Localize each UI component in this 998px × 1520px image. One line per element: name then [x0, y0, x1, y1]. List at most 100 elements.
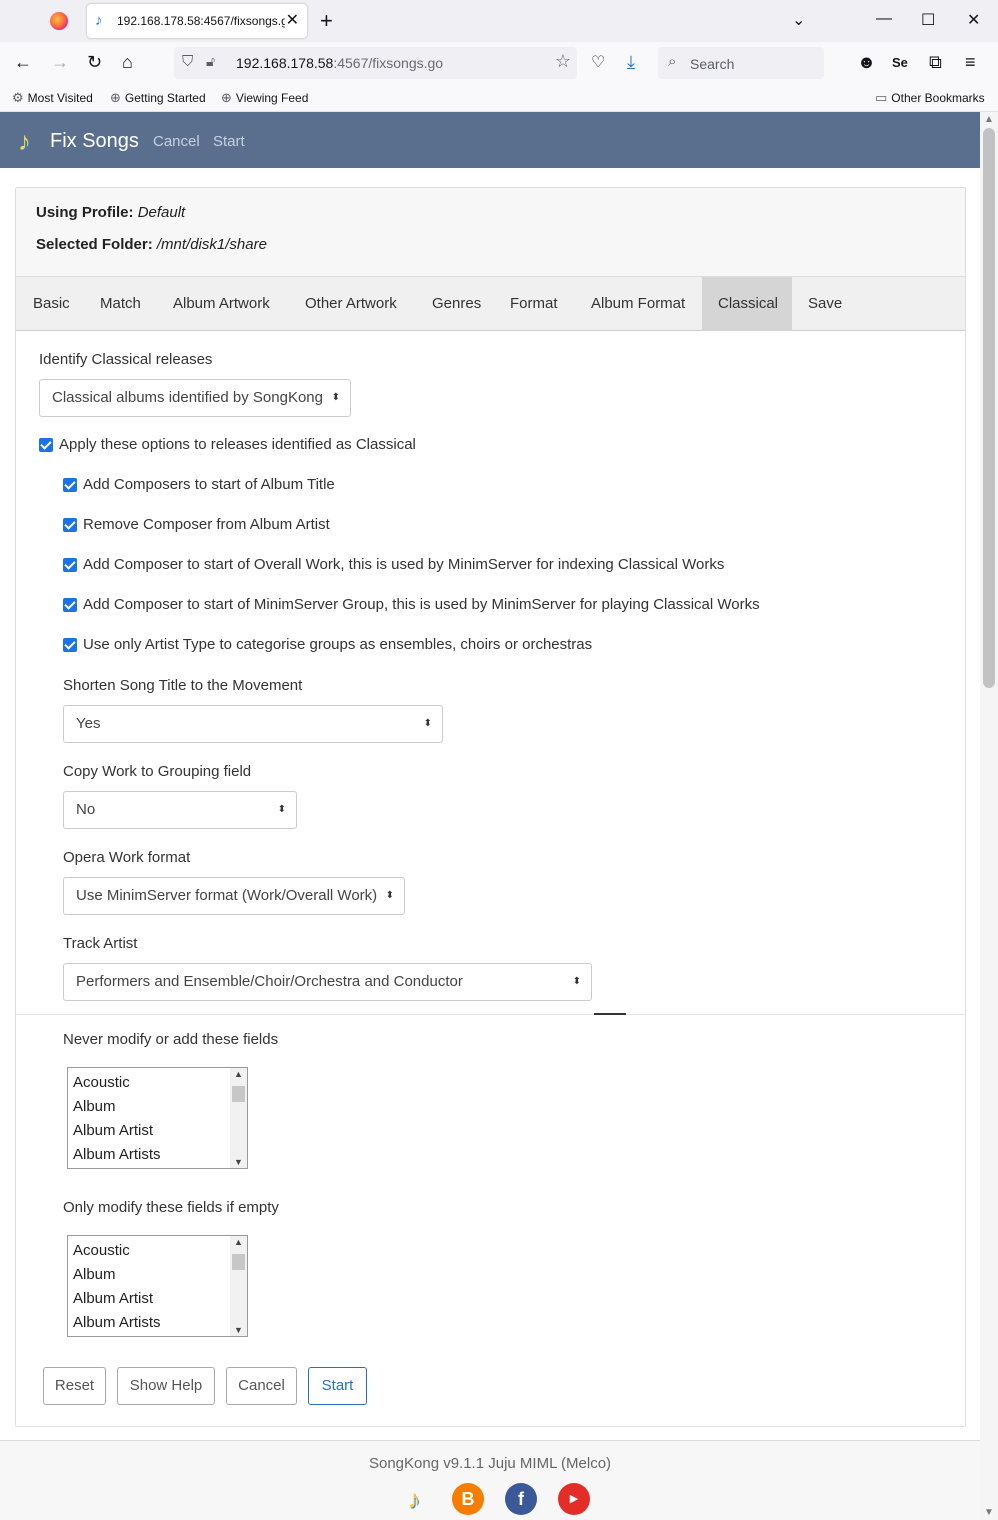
identify-label: Identify Classical releases — [39, 351, 213, 368]
list-item[interactable]: Album Artists — [73, 1146, 161, 1163]
youtube-icon[interactable]: ▶ — [558, 1483, 590, 1515]
updown-icon: ⬍ — [331, 392, 340, 403]
scroll-down-icon[interactable]: ▼ — [234, 1157, 243, 1167]
listbox-scrollbar[interactable]: ▲ ▼ — [230, 1068, 247, 1168]
tab-format[interactable]: Format — [494, 277, 574, 331]
lock-icon[interactable]: 🔓︎ — [206, 53, 215, 70]
start-button[interactable]: Start — [308, 1367, 367, 1405]
bookmark-most-visited[interactable]: ⚙ Most Visited — [12, 90, 93, 106]
divider-mark — [594, 1013, 626, 1015]
other-bookmarks[interactable]: ▭ Other Bookmarks — [875, 90, 985, 106]
pocket-icon[interactable]: ♡ — [591, 52, 605, 72]
browser-navbar: ← → ↻ ⌂ ⛉ 🔓︎ 192.168.178.58:4567/fixsong… — [0, 42, 998, 86]
nav-cancel-link[interactable]: Cancel — [153, 133, 200, 150]
scroll-up-icon[interactable]: ▲ — [234, 1237, 243, 1247]
forward-icon[interactable]: → — [51, 52, 69, 73]
download-icon[interactable]: ⤓ — [627, 52, 635, 73]
music-note-icon: ♪ — [95, 12, 103, 29]
shield-icon[interactable]: ⛉ — [182, 53, 193, 70]
identify-select[interactable]: Classical albums identified by SongKong ⬍ — [39, 379, 351, 417]
tab-match[interactable]: Match — [84, 277, 157, 331]
option-label-3: Add Composer to start of Overall Work, t… — [83, 556, 725, 573]
gear-icon: ⚙ — [12, 90, 24, 105]
list-item[interactable]: Album Artist — [73, 1122, 153, 1139]
blogger-icon[interactable]: B — [452, 1483, 484, 1515]
back-icon[interactable]: ← — [14, 52, 32, 73]
section-divider — [16, 1014, 965, 1015]
option-checkbox-1[interactable] — [63, 478, 77, 492]
list-item[interactable]: Album — [73, 1098, 116, 1115]
songkong-logo-icon[interactable]: ♪ — [18, 126, 31, 157]
menu-icon[interactable]: ≡ — [965, 52, 976, 73]
apply-label: Apply these options to releases identifi… — [59, 436, 416, 453]
list-item[interactable]: Album Artists — [73, 1314, 161, 1331]
window-close-icon[interactable]: ✕ — [967, 10, 980, 30]
never-modify-listbox[interactable]: Acoustic Album Album Artist Album Artist… — [67, 1067, 248, 1169]
songkong-icon[interactable]: ♪ — [398, 1483, 430, 1515]
tab-album-artwork[interactable]: Album Artwork — [157, 277, 286, 331]
app-brand[interactable]: Fix Songs — [50, 130, 139, 153]
extension-monkey-icon[interactable]: ☻ — [857, 52, 876, 73]
tab-genres[interactable]: Genres — [416, 277, 497, 331]
folder-icon: ▭ — [875, 90, 888, 105]
bookmark-star-icon[interactable]: ☆ — [555, 51, 571, 72]
scroll-down-icon[interactable]: ▼ — [234, 1325, 243, 1335]
tab-basic[interactable]: Basic — [17, 277, 86, 331]
scroll-thumb[interactable] — [232, 1254, 245, 1270]
tab-classical[interactable]: Classical — [702, 277, 792, 331]
list-item[interactable]: Album — [73, 1266, 116, 1283]
home-icon[interactable]: ⌂ — [122, 52, 133, 73]
page: ♪ Fix Songs Cancel Start Using Profile: … — [0, 112, 980, 1520]
extensions-icon[interactable]: ⧉ — [929, 52, 942, 73]
list-item[interactable]: Acoustic — [73, 1074, 130, 1091]
page-scrollbar[interactable]: ▲ ▼ — [980, 112, 998, 1520]
only-if-empty-listbox[interactable]: Acoustic Album Album Artist Album Artist… — [67, 1235, 248, 1337]
close-icon[interactable]: ✕ — [286, 10, 299, 30]
new-tab-icon[interactable]: + — [320, 8, 333, 34]
selenium-icon[interactable]: Se — [892, 55, 908, 70]
opera-select[interactable]: Use MinimServer format (Work/Overall Wor… — [63, 877, 405, 915]
scroll-thumb[interactable] — [983, 128, 995, 688]
panel-header: Using Profile: Default Selected Folder: … — [16, 188, 965, 277]
copywork-select[interactable]: No ⬍ — [63, 791, 297, 829]
minimize-icon[interactable]: — — [876, 10, 892, 28]
updown-icon: ⬍ — [423, 718, 432, 729]
footer: SongKong v9.1.1 Juju MIML (Melco) ♪ B f … — [0, 1440, 980, 1520]
cancel-button[interactable]: Cancel — [226, 1367, 297, 1405]
chevron-down-icon[interactable]: ⌄ — [792, 10, 805, 30]
nav-start-link[interactable]: Start — [213, 133, 245, 150]
shorten-select[interactable]: Yes ⬍ — [63, 705, 443, 743]
option-checkbox-4[interactable] — [63, 598, 77, 612]
scroll-up-icon[interactable]: ▲ — [234, 1069, 243, 1079]
only-if-empty-label: Only modify these fields if empty — [63, 1199, 279, 1216]
tab-save[interactable]: Save — [792, 277, 858, 331]
scroll-thumb[interactable] — [232, 1086, 245, 1102]
url-bar[interactable]: ⛉ 🔓︎ 192.168.178.58:4567/fixsongs.go ☆ — [174, 47, 577, 79]
option-checkbox-2[interactable] — [63, 518, 77, 532]
reload-icon[interactable]: ↻ — [87, 52, 102, 73]
list-item[interactable]: Album Artist — [73, 1290, 153, 1307]
tab-other-artwork[interactable]: Other Artwork — [289, 277, 413, 331]
firefox-icon[interactable] — [50, 12, 68, 30]
opera-label: Opera Work format — [63, 849, 191, 866]
option-checkbox-5[interactable] — [63, 638, 77, 652]
browser-tab[interactable]: ♪ 192.168.178.58:4567/fixsongs.go ✕ — [87, 4, 307, 38]
scroll-down-icon[interactable]: ▼ — [984, 1507, 994, 1518]
option-label-1: Add Composers to start of Album Title — [83, 476, 335, 493]
listbox-scrollbar[interactable]: ▲ ▼ — [230, 1236, 247, 1336]
trackartist-label: Track Artist — [63, 935, 138, 952]
tab-album-format[interactable]: Album Format — [575, 277, 701, 331]
option-checkbox-3[interactable] — [63, 558, 77, 572]
list-item[interactable]: Acoustic — [73, 1242, 130, 1259]
apply-checkbox[interactable] — [39, 438, 53, 452]
search-box[interactable]: ⌕ Search — [658, 47, 824, 79]
url-text[interactable]: 192.168.178.58:4567/fixsongs.go — [236, 55, 443, 71]
maximize-icon[interactable]: ☐ — [921, 10, 935, 30]
bookmark-viewing-feed[interactable]: ⊕ Viewing Feed — [221, 90, 308, 106]
bookmark-getting-started[interactable]: ⊕ Getting Started — [110, 90, 206, 106]
facebook-icon[interactable]: f — [505, 1483, 537, 1515]
scroll-up-icon[interactable]: ▲ — [984, 114, 994, 125]
show-help-button[interactable]: Show Help — [117, 1367, 215, 1405]
trackartist-select[interactable]: Performers and Ensemble/Choir/Orchestra … — [63, 963, 592, 1001]
reset-button[interactable]: Reset — [43, 1367, 106, 1405]
